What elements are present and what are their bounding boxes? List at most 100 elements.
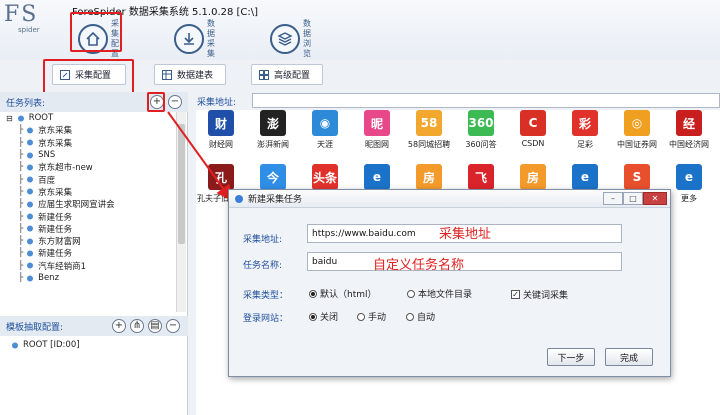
site-logo: 财 (208, 110, 234, 136)
node-icon (25, 212, 35, 221)
task-item[interactable]: ┣ 京东超市-new (6, 161, 174, 173)
node-icon (25, 237, 35, 246)
site-logo: 58 (416, 110, 442, 136)
template-add-button[interactable]: + (112, 319, 126, 333)
template-remove-button[interactable]: − (166, 319, 180, 333)
tree-line: ┣ (18, 223, 24, 234)
tree-line: ┣ (18, 186, 24, 197)
address-input[interactable] (252, 93, 720, 108)
task-item-label: 京东采集 (38, 126, 73, 137)
template-tree-button[interactable]: ⋔ (130, 319, 144, 333)
task-item[interactable]: ┣ SNS (6, 149, 174, 161)
tree-line: ┣ (18, 125, 24, 136)
task-scrollbar[interactable] (176, 112, 186, 312)
login-auto-radio[interactable]: 自动 (406, 310, 435, 323)
task-item[interactable]: ┣ 百度 (6, 173, 174, 186)
task-item[interactable]: ┣ 应届生求职网宣讲会 (6, 198, 174, 210)
task-item-label: 应届生求职网宣讲会 (38, 200, 115, 211)
task-item[interactable]: ┣ 京东采集 (6, 137, 174, 149)
nav-data-browse[interactable]: 数据浏览 (270, 18, 317, 60)
keyword-label: 关键词采集 (523, 291, 569, 301)
table-icon (161, 69, 173, 81)
task-item-label: 京东超市-new (38, 163, 93, 174)
site-shortcut[interactable]: 财财经网 (194, 110, 248, 158)
minimize-button[interactable]: – (603, 192, 623, 205)
site-shortcut[interactable]: ◎ 中国证券网 (610, 110, 664, 158)
advanced-config-button[interactable]: 高级配置 (251, 64, 323, 85)
type-local-radio[interactable]: 本地文件目录 (407, 287, 472, 300)
maximize-button[interactable]: □ (623, 192, 643, 205)
close-button[interactable]: ✕ (643, 192, 667, 205)
collapse-icon[interactable]: ⊟ (6, 114, 13, 123)
done-button[interactable]: 完成 (605, 348, 653, 366)
nav-data-collect[interactable]: 数据采集 (174, 18, 221, 60)
task-item[interactable]: ┣ 京东采集 (6, 124, 174, 136)
site-shortcut[interactable]: 澎澎湃新闻 (246, 110, 300, 158)
site-shortcut[interactable]: 360 360问答 (454, 110, 508, 158)
task-items: ┣ 京东采集 ┣ 京东采集 ┣ SNS ┣ 京东超市-new ┣ 百度 ┣ 京东采集 ┣ 应届生求职网宣讲… (6, 124, 174, 284)
site-name: 足彩 (577, 140, 593, 149)
app-icon (235, 194, 243, 203)
site-name: 澎湃新闻 (257, 140, 289, 149)
type-local-label: 本地文件目录 (418, 290, 473, 300)
addr-label: 采集地址: (243, 235, 283, 245)
highlight-add-box (147, 92, 165, 112)
radio-dot (357, 312, 365, 321)
task-item[interactable]: ┣ 汽车经销商1 (6, 260, 174, 272)
addr-value: https://www.baidu.com (312, 228, 416, 239)
site-shortcut[interactable]: ◉ 天涯 (298, 110, 352, 158)
site-logo: S (624, 164, 650, 190)
tree-line: ┣ (18, 273, 24, 283)
remove-task-button[interactable]: − (168, 95, 182, 109)
site-shortcut[interactable]: 昵昵图网 (350, 110, 404, 158)
address-label: 采集地址: (197, 98, 237, 108)
task-item[interactable]: ┣ 京东采集 (6, 186, 174, 198)
node-icon (25, 138, 35, 147)
scroll-thumb[interactable] (178, 124, 185, 244)
site-logo: 360 (468, 110, 494, 136)
site-shortcut[interactable]: 58 58同城招聘 (402, 110, 456, 158)
task-item[interactable]: ┣ 新建任务 (6, 247, 174, 259)
tree-root[interactable]: ⊟ ROOT (6, 112, 174, 124)
task-item-label: 新建任务 (38, 224, 73, 235)
tree-line: ┣ (18, 236, 24, 247)
left-panel: 任务列表: + − ⊟ ROOT ┣ 京东采集 ┣ 京东采集 ┣ SNS ┣ 京东超市-new… (0, 92, 188, 415)
node-icon (25, 224, 35, 233)
keyword-checkbox[interactable]: ✓ 关键词采集 (511, 288, 568, 301)
data-build-button[interactable]: 数据建表 (154, 64, 226, 85)
task-list-title: 任务列表: (6, 98, 46, 109)
template-root-label: ROOT [ID:00] (23, 340, 80, 351)
tree-line: ┣ (18, 248, 24, 259)
download-icon (174, 24, 204, 54)
next-button[interactable]: 下一步 (547, 348, 595, 366)
task-item-label: 新建任务 (38, 212, 73, 223)
node-icon (25, 175, 35, 184)
site-name: CSDN (521, 139, 545, 148)
task-item[interactable]: ┣ 新建任务 (6, 210, 174, 223)
template-root[interactable]: ROOT [ID:00] (10, 339, 80, 351)
node-icon (25, 200, 35, 209)
task-item-label: 新建任务 (38, 249, 73, 260)
name-field[interactable]: baidu (307, 252, 622, 271)
site-shortcut[interactable]: C CSDN (506, 110, 560, 158)
template-copy-button[interactable]: ▤ (148, 319, 162, 333)
task-item[interactable]: ┣ 东方财富网 (6, 235, 174, 247)
site-logo: e (364, 164, 390, 190)
node-icon (25, 261, 35, 270)
site-shortcut[interactable]: 彩足彩 (558, 110, 612, 158)
task-item[interactable]: ┣ Benz (6, 272, 174, 284)
type-label: 采集类型： (243, 291, 289, 301)
data-build-label: 数据建表 (177, 71, 214, 81)
type-html-radio[interactable]: 默认（html） (309, 287, 377, 300)
site-logo: 经 (676, 110, 702, 136)
task-item-label: 百度 (38, 175, 56, 186)
login-manual-radio[interactable]: 手动 (357, 310, 386, 323)
site-shortcut[interactable]: 经中国经济网 (662, 110, 716, 158)
site-logo: 昵 (364, 110, 390, 136)
task-item-label: 东方财富网 (38, 237, 81, 248)
login-off-radio[interactable]: 关闭 (309, 310, 338, 323)
task-item[interactable]: ┣ 新建任务 (6, 223, 174, 235)
node-icon (25, 163, 35, 172)
site-name: 360问答 (465, 140, 497, 149)
tree-line: ┣ (18, 260, 24, 271)
